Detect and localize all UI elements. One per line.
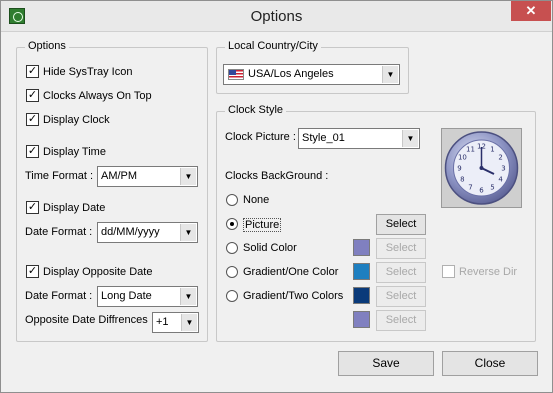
- country-city-value: USA/Los Angeles: [248, 68, 334, 80]
- us-flag-icon: [228, 69, 244, 80]
- opposite-date-format-value: Long Date: [101, 290, 152, 302]
- display-date-label: Display Date: [43, 202, 106, 214]
- hide-systray-checkbox[interactable]: ✓: [26, 65, 39, 78]
- gradient-two-color-a-swatch[interactable]: [353, 287, 370, 304]
- background-gradient-one-radio[interactable]: [226, 266, 238, 278]
- clock-numeral: 2: [498, 154, 502, 162]
- close-button[interactable]: Close: [442, 351, 538, 376]
- clock-background-label: Clocks BackGround :: [225, 170, 329, 182]
- country-group-title: Local Country/City: [225, 40, 321, 52]
- hide-systray-label: Hide SysTray Icon: [43, 66, 133, 78]
- gradient-one-select-button[interactable]: Select: [376, 262, 426, 283]
- clock-face-icon: 12 1234567891011: [444, 131, 519, 205]
- clock-numeral: 11: [466, 145, 475, 153]
- background-none-radio[interactable]: [226, 194, 238, 206]
- gradient-one-color-swatch[interactable]: [353, 263, 370, 280]
- clock-picture-select[interactable]: Style_01 ▼: [298, 128, 420, 149]
- chevron-down-icon: ▼: [181, 314, 197, 331]
- background-solid-label: Solid Color: [243, 242, 297, 254]
- display-date-checkbox[interactable]: ✓: [26, 201, 39, 214]
- opposite-date-diff-select[interactable]: +1 ▼: [152, 312, 199, 333]
- reverse-dir-checkbox[interactable]: [442, 265, 455, 278]
- display-time-label: Display Time: [43, 146, 106, 158]
- clock-numeral: 1: [490, 145, 494, 153]
- clock-numeral: 4: [498, 176, 503, 184]
- display-opposite-date-label: Display Opposite Date: [43, 266, 153, 278]
- opposite-date-diff-label: Opposite Date Diffrences: [25, 314, 148, 326]
- clock-numeral: 8: [460, 176, 464, 184]
- background-solid-radio[interactable]: [226, 242, 238, 254]
- background-gradient-two-label: Gradient/Two Colors: [243, 290, 344, 302]
- solid-color-swatch[interactable]: [353, 239, 370, 256]
- time-format-value: AM/PM: [101, 170, 138, 182]
- opposite-date-format-select[interactable]: Long Date ▼: [97, 286, 198, 307]
- background-gradient-two-radio[interactable]: [226, 290, 238, 302]
- chevron-down-icon: ▼: [180, 224, 196, 241]
- clock-numeral: 3: [501, 165, 505, 173]
- display-clock-checkbox[interactable]: ✓: [26, 113, 39, 126]
- chevron-down-icon: ▼: [402, 130, 418, 147]
- time-format-label: Time Format :: [25, 170, 94, 182]
- clock-picture-label: Clock Picture :: [225, 131, 296, 143]
- options-window: Options ✕ Options ✓ Hide SysTray Icon ✓ …: [0, 0, 553, 393]
- chevron-down-icon: ▼: [180, 168, 196, 185]
- picture-select-button[interactable]: Select: [376, 214, 426, 235]
- clock-numeral: 10: [458, 154, 467, 162]
- date-format-select[interactable]: dd/MM/yyyy ▼: [97, 222, 198, 243]
- time-format-select[interactable]: AM/PM ▼: [97, 166, 198, 187]
- save-button[interactable]: Save: [338, 351, 434, 376]
- gradient-two-select-b-button[interactable]: Select: [376, 310, 426, 331]
- date-format-value: dd/MM/yyyy: [101, 226, 160, 238]
- opposite-date-format-label: Date Format :: [25, 290, 93, 302]
- date-format-label: Date Format :: [25, 226, 93, 238]
- display-opposite-date-checkbox[interactable]: ✓: [26, 265, 39, 278]
- reverse-dir-label: Reverse Dir: [459, 266, 518, 278]
- title-bar: Options ✕: [1, 1, 552, 32]
- chevron-down-icon: ▼: [382, 66, 398, 83]
- options-group-title: Options: [25, 40, 69, 52]
- clock-numeral: 7: [468, 184, 472, 192]
- chevron-down-icon: ▼: [180, 288, 196, 305]
- window-title: Options: [250, 8, 303, 25]
- clock-numeral: 5: [490, 184, 494, 192]
- country-city-select[interactable]: USA/Los Angeles ▼: [223, 64, 400, 85]
- gradient-two-color-b-swatch[interactable]: [353, 311, 370, 328]
- clock-numeral: 6: [479, 187, 484, 195]
- background-picture-label: Picture: [243, 218, 282, 232]
- clock-preview: 12 1 2 3 4 5 6 7 8 9 10 11: [441, 128, 522, 208]
- background-none-label: None: [243, 194, 270, 206]
- clock-numeral: 9: [457, 165, 461, 173]
- background-picture-radio[interactable]: [226, 218, 238, 230]
- clock-picture-value: Style_01: [302, 132, 345, 144]
- solid-select-button[interactable]: Select: [376, 238, 426, 259]
- window-close-button[interactable]: ✕: [511, 1, 551, 21]
- clock-style-group-title: Clock Style: [225, 104, 287, 116]
- gradient-two-select-a-button[interactable]: Select: [376, 286, 426, 307]
- display-time-checkbox[interactable]: ✓: [26, 145, 39, 158]
- background-gradient-one-label: Gradient/One Color: [243, 266, 339, 278]
- opposite-date-diff-value: +1: [156, 316, 169, 328]
- display-clock-label: Display Clock: [43, 114, 110, 126]
- always-on-top-checkbox[interactable]: ✓: [26, 89, 39, 102]
- always-on-top-label: Clocks Always On Top: [43, 90, 152, 102]
